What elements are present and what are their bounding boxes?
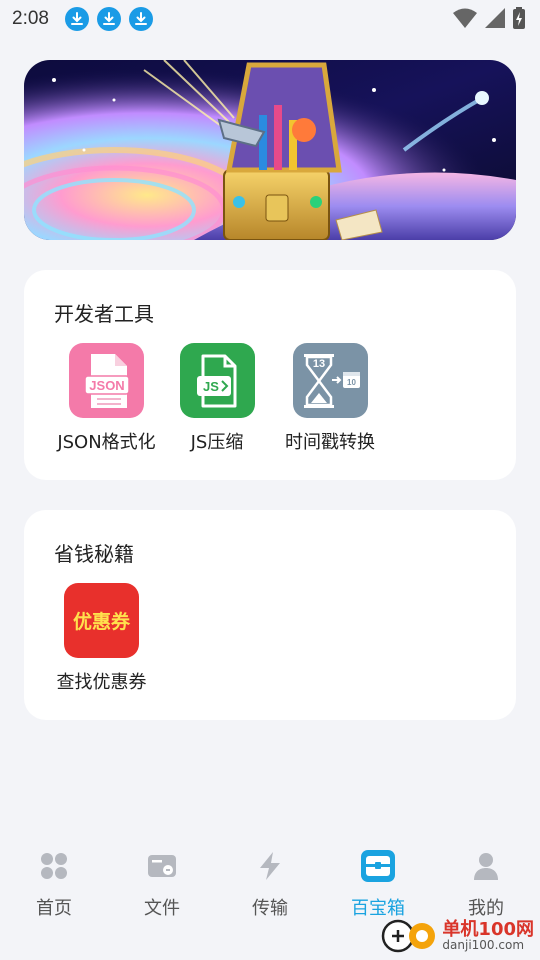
svg-text:10: 10: [347, 378, 356, 387]
nav-item-home[interactable]: 首页: [14, 848, 94, 920]
money-tips-card: 省钱秘籍 优惠券 查找优惠券: [24, 510, 516, 720]
download-icon: [64, 7, 89, 31]
hourglass-calendar-icon: 13 10: [292, 343, 368, 418]
watermark: 单机100网 danji100.com: [380, 916, 534, 956]
watermark-logo-icon: [382, 919, 436, 953]
coupon-icon-text: 优惠券: [72, 611, 130, 633]
tool-label: 查找优惠券: [56, 672, 147, 693]
lightning-icon: [252, 848, 288, 884]
status-time: 2:08: [12, 8, 49, 29]
nav-item-transfer[interactable]: 传输: [230, 848, 310, 920]
nav-label: 传输: [252, 898, 288, 919]
nav-item-files[interactable]: 文件: [122, 848, 202, 920]
svg-text:JS: JS: [203, 379, 219, 394]
nav-item-toolbox[interactable]: 百宝箱: [338, 848, 418, 920]
person-icon: [468, 848, 504, 884]
banner-image[interactable]: [24, 60, 516, 240]
watermark-en: danji100.com: [442, 938, 525, 953]
nav-item-profile[interactable]: 我的: [446, 848, 526, 920]
tool-label: JSON格式化: [57, 432, 156, 453]
nav-label: 首页: [36, 898, 72, 919]
grid-icon: [36, 848, 72, 884]
dev-tools-card: 开发者工具 JSON JSON格式化 JS JS压缩 13 10 时间戳转换: [24, 270, 516, 480]
signal-icon: [484, 7, 506, 33]
svg-text:JSON: JSON: [89, 378, 124, 393]
download-icon: [96, 7, 121, 31]
json-file-icon: JSON: [69, 343, 144, 418]
dev-tools-title: 开发者工具: [54, 302, 154, 326]
tool-timestamp-convert[interactable]: 13 10 时间戳转换: [280, 343, 380, 454]
tool-find-coupon[interactable]: 优惠券 查找优惠券: [54, 583, 149, 694]
js-file-icon: JS: [179, 343, 255, 418]
toolbox-icon: [360, 848, 396, 884]
svg-text:13: 13: [313, 358, 325, 370]
folder-link-icon: [144, 848, 180, 884]
wifi-icon: [452, 7, 478, 33]
nav-label: 文件: [144, 898, 180, 919]
watermark-cn: 单机100网: [442, 918, 534, 940]
coupon-icon: 优惠券: [64, 583, 139, 658]
battery-icon: [512, 7, 526, 33]
download-icon: [128, 7, 153, 31]
money-tips-title: 省钱秘籍: [54, 542, 134, 566]
tool-label: JS压缩: [190, 432, 244, 453]
tool-json-format[interactable]: JSON JSON格式化: [54, 343, 159, 454]
tool-js-compress[interactable]: JS JS压缩: [172, 343, 262, 454]
tool-label: 时间戳转换: [285, 432, 375, 453]
status-bar: 2:08: [0, 0, 540, 38]
